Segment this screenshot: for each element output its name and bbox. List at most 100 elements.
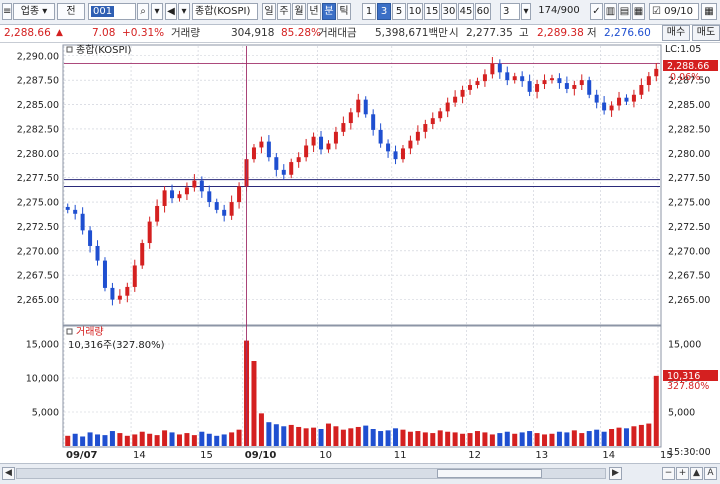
x-tick-label: 13 [535,450,548,461]
volume-bar [415,431,421,446]
volume-bar [139,431,145,446]
zoom-in-icon[interactable]: + [676,467,689,480]
candle-body [140,243,145,266]
interval-3[interactable]: 3 [377,3,391,20]
x-tick-label: 14 [133,450,146,461]
volume-bar [147,433,153,446]
volume-bar [206,433,212,446]
volume-bar [430,433,436,446]
candle-body [177,194,182,199]
candle-body [326,143,331,150]
candle-body [587,80,592,95]
candle-body [505,72,510,81]
scroll-left-icon[interactable]: ◀ [2,467,15,480]
interval-60[interactable]: 60 [475,3,491,20]
y-tick-label-right: 2,277.50 [668,173,710,184]
candle-body [579,80,584,86]
text-icon[interactable]: A [704,467,717,480]
interval-30[interactable]: 30 [441,3,457,20]
low-value: 2,276.60 [604,27,651,39]
current-volume-ratio: 327.80% [667,381,709,392]
x-tick-label: 10 [319,450,332,461]
x-tick-label: 12 [468,450,481,461]
period-month[interactable]: 월 [292,3,306,20]
interval-45[interactable]: 45 [458,3,474,20]
scroll-right-icon[interactable]: ▶ [609,467,622,480]
y-tick-label-right: 2,270.00 [668,246,710,257]
volume-bar [393,428,399,446]
period-day[interactable]: 일 [262,3,276,20]
x-tick-label: 14 [602,450,615,461]
menu-icon[interactable]: ≡ [2,3,12,20]
candle-body [363,99,368,115]
candle-body [341,123,346,132]
candle-body [445,102,450,112]
interval-15[interactable]: 15 [424,3,440,20]
amount-label: 거래대금 [318,27,357,39]
current-price: 2,288.66 [4,27,51,39]
open-value: 2,277.35 [466,27,513,39]
interval-5[interactable]: 5 [392,3,406,20]
candle-body [259,141,264,148]
chevron-down-icon[interactable]: ▾ [521,3,531,20]
zoom-out-icon[interactable]: − [662,467,675,480]
category-select[interactable]: 업종 ▾ [13,3,55,20]
interval-10[interactable]: 10 [407,3,423,20]
tab-all[interactable]: 전 [57,3,85,20]
candle-body [95,245,100,261]
volume-bar [325,423,331,446]
high-value: 2,289.38 [537,27,584,39]
period-tick[interactable]: 틱 [337,3,351,20]
speaker-icon[interactable]: ◀ [165,3,177,20]
volume-bar [281,426,287,446]
volume-tick-label: 5,000 [32,408,59,419]
candle-body [229,202,234,216]
search-icon[interactable]: ⌕ [137,3,149,20]
period-week[interactable]: 주 [277,3,291,20]
volume-bar [549,433,555,446]
layout-icon[interactable]: ▥ [604,3,617,20]
scroll-up-icon[interactable]: ▲ [690,467,703,480]
interval-input[interactable]: 3 [500,3,520,20]
y-tick-label-right: 2,285.00 [668,100,710,111]
volume-bar [542,434,548,446]
volume-bar [288,424,294,446]
candle-body [594,94,599,103]
amount-value: 5,398,671백만 [375,27,448,39]
candle-body [512,76,517,81]
period-year[interactable]: 년 [307,3,321,20]
candle-body [251,147,256,160]
candle-body [453,96,458,103]
volume-bar [616,427,622,446]
scroll-bar[interactable]: ◀ ▶ − + ▲ A [0,463,720,484]
candle-body [110,287,115,300]
save-icon[interactable]: ▤ [618,3,631,20]
volume-bar [631,426,637,446]
period-minute[interactable]: 분 [322,3,336,20]
scroll-track[interactable] [16,468,606,479]
candle-body [535,84,540,92]
volume-bar [601,431,607,446]
date-input[interactable]: ☑ 09/10 [649,3,699,20]
scroll-thumb[interactable] [437,469,542,478]
tool-icon[interactable]: ✓ [590,3,603,20]
chart-svg[interactable]: 2,290.002,287.50 2,287.502,285.00 2,285.00… [0,43,720,463]
y-tick-label-right: 2,265.00 [668,295,710,306]
candle-body [602,102,607,111]
chevron-down-icon[interactable]: ▾ [178,3,190,20]
volume-bar [65,435,71,446]
volume-bar [482,432,488,446]
volume-bar [117,433,123,446]
code-input[interactable]: 001 [88,3,136,20]
dropdown-icon[interactable]: ▾ [151,3,163,20]
candle-body [162,190,167,206]
candle-body [274,157,279,170]
calendar-icon[interactable]: ▦ [632,3,645,20]
date-picker-icon[interactable]: ▦ [701,3,717,20]
buy-button[interactable]: 매수 [662,25,690,41]
candle-body [289,162,294,175]
sell-button[interactable]: 매도 [692,25,720,41]
chart-area[interactable]: 2,290.00 2,287.50 2,287.50 2,285.00 2,285.00… [0,43,720,463]
y-tick-label: 2,267.50 [17,271,59,282]
interval-1[interactable]: 1 [362,3,376,20]
